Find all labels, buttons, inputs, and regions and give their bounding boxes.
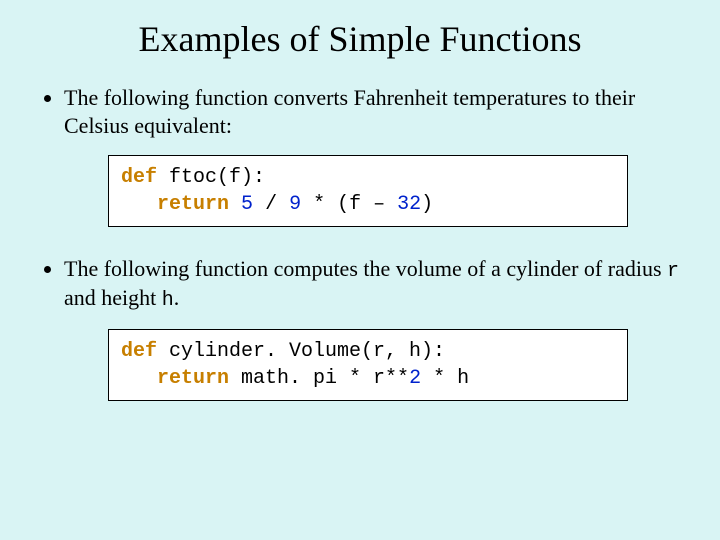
bullet-text: and height <box>64 285 162 310</box>
code-number: 2 <box>409 367 421 390</box>
code-keyword: def <box>121 340 157 363</box>
code-text: / <box>253 193 289 216</box>
code-text: cylinder. Volume(r, h): <box>157 340 445 363</box>
bullet-text: The following function converts Fahrenhe… <box>64 85 635 138</box>
code-text: ftoc(f): <box>157 166 265 189</box>
code-text: * h <box>421 367 469 390</box>
code-text <box>229 193 241 216</box>
bullet-list: The following function computes the volu… <box>36 255 684 313</box>
bullet-item: The following function converts Fahrenhe… <box>64 84 684 139</box>
slide-title: Examples of Simple Functions <box>36 18 684 60</box>
bullet-text: The following function computes the volu… <box>64 256 667 281</box>
code-block: def cylinder. Volume(r, h): return math.… <box>108 329 628 401</box>
code-keyword: return <box>157 367 229 390</box>
code-keyword: return <box>157 193 229 216</box>
code-keyword: def <box>121 166 157 189</box>
code-block: def ftoc(f): return 5 / 9 * (f – 32) <box>108 155 628 227</box>
inline-code: h <box>162 289 174 312</box>
code-number: 5 <box>241 193 253 216</box>
bullet-text: . <box>174 285 180 310</box>
bullet-item: The following function computes the volu… <box>64 255 684 313</box>
code-number: 9 <box>289 193 301 216</box>
code-text: * (f – <box>301 193 397 216</box>
code-text: ) <box>421 193 433 216</box>
code-text <box>121 193 157 216</box>
bullet-list: The following function converts Fahrenhe… <box>36 84 684 139</box>
code-text: math. pi * r** <box>229 367 409 390</box>
code-number: 32 <box>397 193 421 216</box>
slide: Examples of Simple Functions The followi… <box>0 0 720 540</box>
inline-code: r <box>667 260 679 283</box>
code-text <box>121 367 157 390</box>
